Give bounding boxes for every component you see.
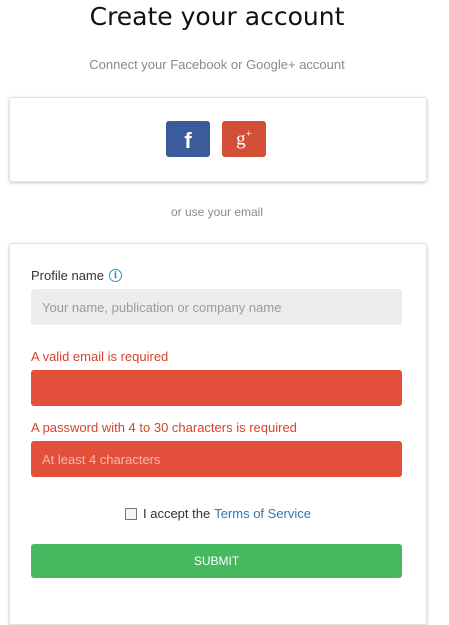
profile-name-label-text: Profile name (31, 268, 104, 283)
or-use-email-divider: or use your email (170, 205, 264, 219)
terms-text: I accept the (142, 506, 211, 521)
google-plus-login-button[interactable]: g+ (222, 121, 266, 157)
page-title: Create your account (89, 2, 345, 31)
social-login-card: f g+ (9, 97, 427, 182)
email-error-message: A valid email is required (31, 349, 169, 364)
signup-form: Profile name i Your name, publication or… (9, 243, 427, 625)
password-error-message: A password with 4 to 30 characters is re… (31, 420, 297, 435)
profile-name-label: Profile name i (31, 268, 122, 283)
facebook-icon: f (184, 127, 192, 153)
email-input[interactable] (31, 370, 402, 406)
submit-button[interactable]: SUBMIT (31, 544, 402, 578)
facebook-login-button[interactable]: f (166, 121, 210, 157)
password-input[interactable]: At least 4 characters (31, 441, 402, 477)
terms-of-service-link[interactable]: Terms of Service (214, 506, 311, 521)
page-subtitle: Connect your Facebook or Google+ account (89, 57, 345, 72)
terms-row: I accept the Terms of Service (10, 506, 426, 521)
terms-checkbox[interactable] (124, 507, 137, 520)
google-plus-icon: g+ (236, 128, 252, 150)
info-icon[interactable]: i (108, 269, 122, 282)
profile-name-input[interactable]: Your name, publication or company name (31, 289, 402, 325)
